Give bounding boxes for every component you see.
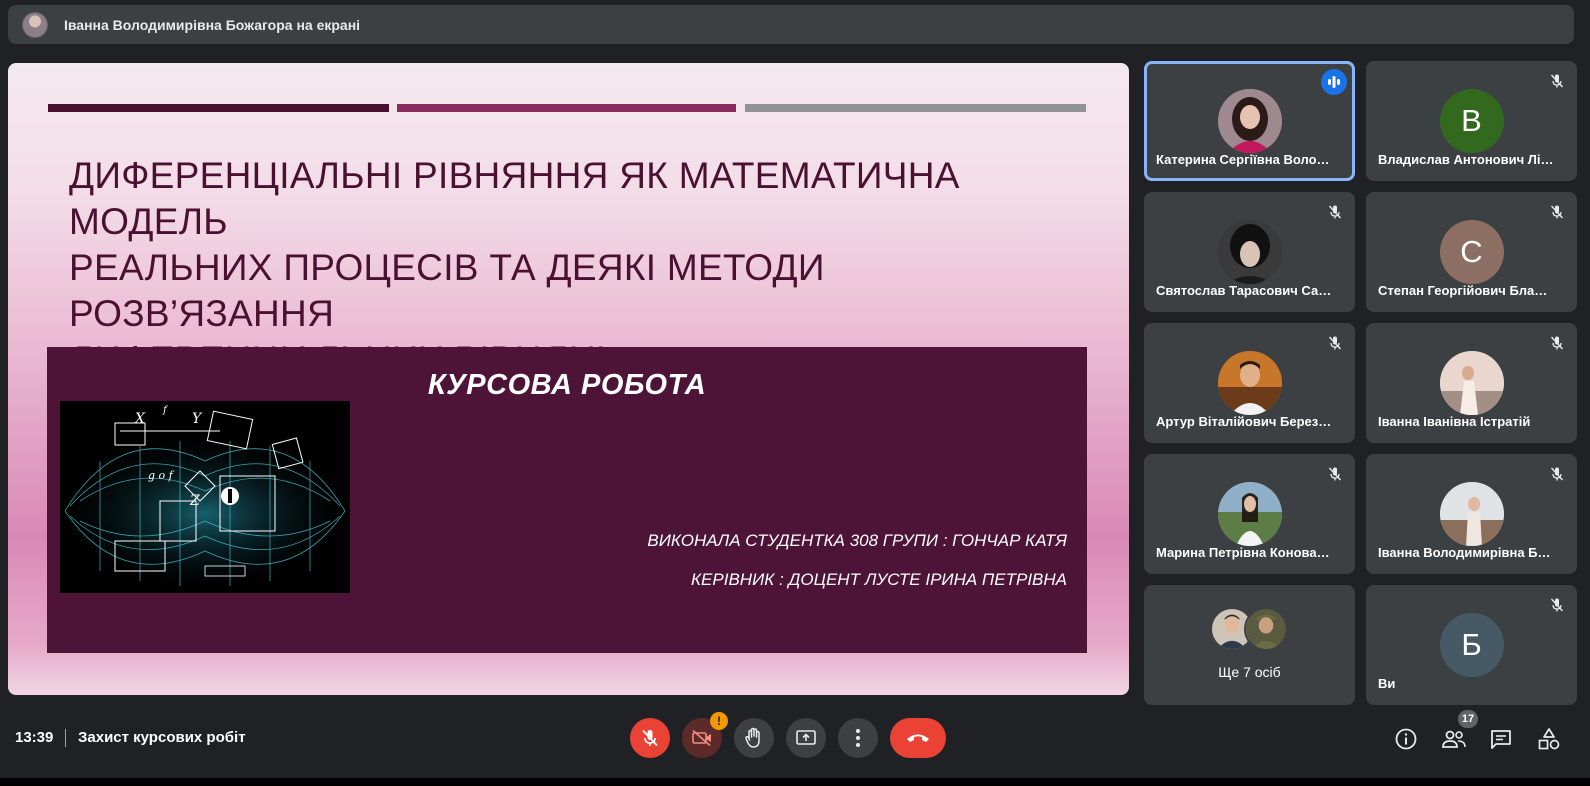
participant-photo (1217, 220, 1282, 284)
participant-photo (1217, 89, 1282, 153)
participant-photo (1243, 607, 1288, 651)
participant-name: Святослав Тарасович Са… (1156, 283, 1332, 298)
credit-student: ВИКОНАЛА СТУДЕНТКА 308 ГРУПИ : ГОНЧАР КА… (647, 531, 1067, 550)
participant-avatar: С (1439, 220, 1504, 284)
slide-credits: ВИКОНАЛА СТУДЕНТКА 308 ГРУПИ : ГОНЧАР КА… (647, 521, 1067, 599)
participant-avatar: В (1439, 89, 1504, 153)
participant-tile[interactable]: Святослав Тарасович Са… (1144, 192, 1355, 312)
meeting-title: Захист курсових робіт (78, 729, 246, 746)
info-icon (1395, 728, 1417, 750)
math-illustration-graphic: X Y f g o f Z (60, 401, 350, 593)
self-name: Ви (1378, 676, 1396, 691)
participant-name: Артур Віталійович Берез… (1156, 414, 1332, 429)
mic-off-icon (1328, 467, 1342, 481)
participant-avatar (1439, 351, 1504, 415)
self-avatar: Б (1439, 613, 1504, 677)
people-button[interactable] (1441, 726, 1467, 752)
camera-warning-badge: ! (710, 712, 728, 730)
clock-separator (65, 729, 66, 747)
presenting-banner: Іванна Володимирівна Божагора на екрані (8, 5, 1574, 44)
participant-tile[interactable]: С Степан Георгійович Бла… (1366, 192, 1577, 312)
presentation-stage[interactable]: ДИФЕРЕНЦІАЛЬНІ РІВНЯННЯ ЯК МАТЕМАТИЧНА М… (8, 63, 1129, 695)
more-vert-icon (856, 729, 860, 747)
participant-tile[interactable]: Артур Віталійович Берез… (1144, 323, 1355, 443)
mic-off-icon (1550, 598, 1564, 612)
participant-avatar (1217, 89, 1282, 153)
slide-title-line-2: РЕАЛЬНИХ ПРОЦЕСІВ ТА ДЕЯКІ МЕТОДИ РОЗВ’Я… (69, 247, 825, 334)
credit-supervisor: КЕРІВНИК : ДОЦЕНТ ЛУСТЕ ІРИНА ПЕТРІВНА (691, 570, 1067, 589)
participant-tile[interactable]: Катерина Сергіївна Воло… (1144, 61, 1355, 181)
slide-info-panel: КУРСОВА РОБОТА X Y f g o f Z ВИКОНАЛА СТ… (47, 347, 1087, 653)
slide-title-line-1: ДИФЕРЕНЦІАЛЬНІ РІВНЯННЯ ЯК МАТЕМАТИЧНА М… (69, 155, 960, 242)
participant-name: Степан Георгійович Бла… (1378, 283, 1548, 298)
slide-accent-bar-1 (48, 104, 389, 112)
participant-photo (1217, 351, 1282, 415)
participant-name: Владислав Антонович Лі… (1378, 152, 1554, 167)
slide-accent-bar-3 (745, 104, 1086, 112)
activities-icon (1538, 728, 1560, 750)
participant-tile[interactable]: Іванна Іванівна Істратій (1366, 323, 1577, 443)
taskbar-strip (0, 778, 1590, 786)
participant-photo (1439, 482, 1504, 546)
participant-tile[interactable]: В Владислав Антонович Лі… (1366, 61, 1577, 181)
mic-off-icon (1550, 74, 1564, 88)
meeting-clock: 13:39 (15, 729, 54, 746)
participant-tile[interactable]: Іванна Володимирівна Б… (1366, 454, 1577, 574)
mic-off-icon (1550, 467, 1564, 481)
raise-hand-button[interactable] (734, 718, 774, 758)
presenter-text: Іванна Володимирівна Божагора на екрані (64, 16, 361, 33)
end-call-icon (907, 734, 929, 742)
participant-photo (1439, 351, 1504, 415)
camera-toggle-button[interactable]: ! (682, 712, 728, 758)
meeting-control-bar: 13:39 Захист курсових робіт ! 17 (0, 710, 1590, 772)
participant-avatar (1217, 220, 1282, 284)
chat-button[interactable] (1488, 726, 1514, 752)
svg-text:g o f: g o f (148, 469, 175, 482)
microphone-toggle-button[interactable] (630, 718, 670, 758)
camera-off-icon (692, 729, 711, 747)
chat-icon (1491, 730, 1511, 749)
more-options-button[interactable] (838, 718, 878, 758)
more-participants-tile[interactable]: Ще 7 осіб (1144, 585, 1355, 705)
mic-off-icon (1550, 336, 1564, 350)
participant-tile[interactable]: Марина Петрівна Конова… (1144, 454, 1355, 574)
mic-off-icon (642, 729, 658, 747)
more-participants-label: Ще 7 осіб (1218, 664, 1281, 680)
participant-grid: Катерина Сергіївна Воло… В Владислав Ант… (1144, 61, 1577, 705)
meeting-details-button[interactable] (1393, 726, 1419, 752)
participant-photo (1217, 482, 1282, 546)
speaking-indicator-icon (1321, 69, 1347, 95)
svg-text:Z: Z (189, 493, 200, 509)
people-icon (1442, 730, 1466, 748)
slide-accent-bar-2 (397, 104, 736, 112)
mic-off-icon (1328, 205, 1342, 219)
presenter-avatar (22, 11, 48, 38)
participant-name: Іванна Володимирівна Б… (1378, 545, 1551, 560)
svg-text:X: X (134, 411, 146, 427)
raise-hand-icon (745, 727, 760, 748)
participant-avatar (1217, 482, 1282, 546)
present-screen-button[interactable] (786, 718, 826, 758)
more-participants-avatars (1209, 607, 1290, 651)
participant-name: Катерина Сергіївна Воло… (1156, 152, 1330, 167)
mic-off-icon (1328, 336, 1342, 350)
participant-name: Марина Петрівна Конова… (1156, 545, 1330, 560)
mic-off-icon (1550, 205, 1564, 219)
self-tile[interactable]: Б Ви (1366, 585, 1577, 705)
participant-avatar (1439, 482, 1504, 546)
activities-button[interactable] (1536, 726, 1562, 752)
present-screen-icon (796, 730, 816, 745)
participant-name: Іванна Іванівна Істратій (1378, 414, 1531, 429)
math-illustration: X Y f g o f Z (60, 401, 350, 593)
panel-heading: КУРСОВА РОБОТА (427, 369, 707, 401)
participant-avatar (1217, 351, 1282, 415)
leave-call-button[interactable] (890, 718, 946, 758)
